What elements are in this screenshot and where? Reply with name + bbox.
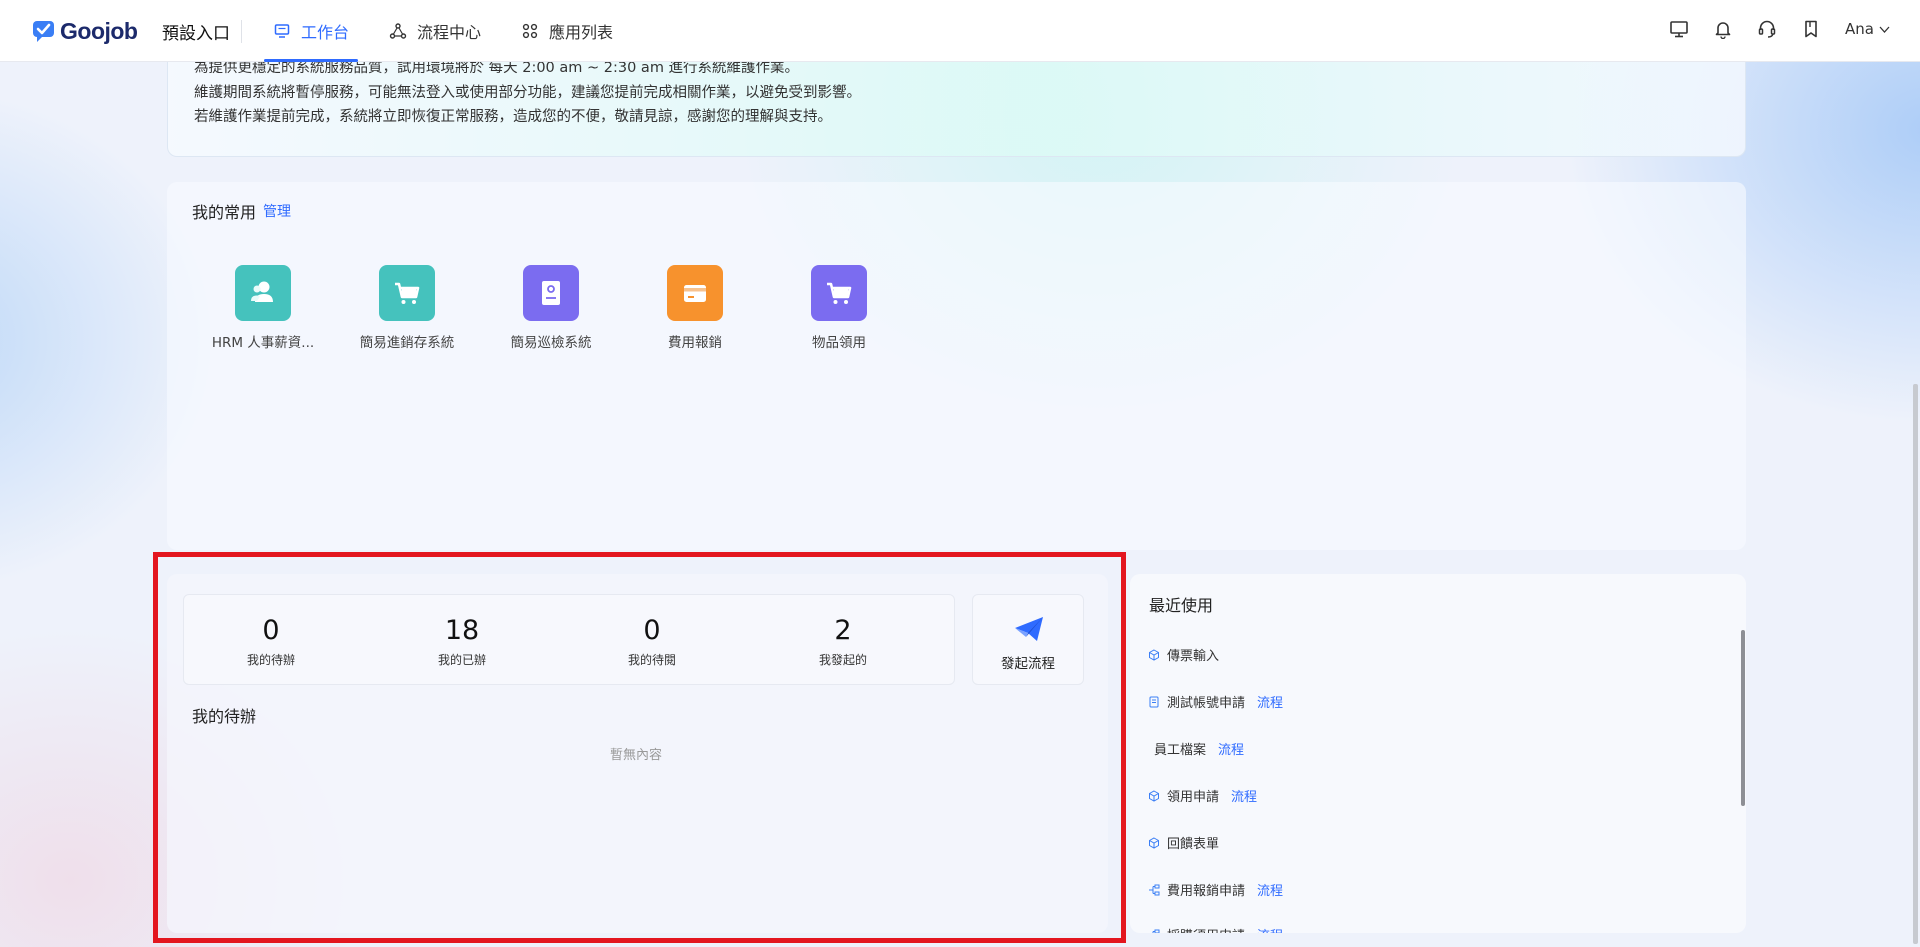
support-headset-icon[interactable] <box>1757 19 1777 39</box>
tab-app-list[interactable]: 應用列表 <box>521 0 613 62</box>
flow-icon <box>1149 884 1160 895</box>
recent-item[interactable]: 採購須用申請 流程 <box>1148 925 1283 933</box>
monitor-icon <box>274 24 290 38</box>
app-inspection[interactable]: 簡易巡檢系統 <box>481 265 621 351</box>
page-scrollbar[interactable] <box>1913 384 1918 944</box>
recent-card: 最近使用 傳票輸入 測試帳號申請 流程 員工檔案 流程 領用申請 流程 回饋表單… <box>1130 574 1746 933</box>
app-name: 簡易巡檢系統 <box>510 335 592 351</box>
chevron-down-icon <box>1879 26 1890 33</box>
tab-app-list-label: 應用列表 <box>549 23 614 42</box>
notice-line: 若維護作業提前完成，系統將立即恢復正常服務，造成您的不便，敬請見諒，感謝您的理解… <box>194 109 832 125</box>
recent-item[interactable]: 領用申請 流程 <box>1148 786 1257 805</box>
stat-label: 我的已辦 <box>437 653 486 667</box>
recent-item-name: 回饋表單 <box>1167 837 1220 852</box>
user-name: Ana <box>1845 20 1874 38</box>
top-navigation-bar: Goojob 預設入口 工作台 流程中心 應用列表 Ana <box>0 0 1920 62</box>
process-tag: 流程 <box>1257 925 1283 933</box>
stat-value: 2 <box>834 615 852 646</box>
tab-process-center[interactable]: 流程中心 <box>389 0 481 62</box>
notice-line: 維護期間系統將暫停服務，可能無法登入或使用部分功能，建議您提前完成相關作業，以避… <box>194 85 861 101</box>
stat-my-to-read[interactable]: 0 我的待閱 <box>577 615 727 668</box>
apps-grid-icon <box>522 23 538 39</box>
tab-workbench[interactable]: 工作台 <box>263 0 359 62</box>
todo-stats-panel: 0 我的待辦 18 我的已辦 0 我的待閱 2 我發起的 <box>183 594 955 685</box>
cube-icon <box>1149 789 1159 802</box>
recent-item[interactable]: 員工檔案 流程 <box>1154 739 1244 758</box>
app-name: 費用報銷 <box>668 335 722 351</box>
cart-icon <box>379 265 435 321</box>
process-tag: 流程 <box>1257 884 1284 899</box>
cart-icon <box>811 265 867 321</box>
recent-item[interactable]: 測試帳號申請 流程 <box>1148 692 1283 711</box>
manage-favorites-link[interactable]: 管理 <box>263 201 291 221</box>
launch-process-label: 發起流程 <box>1001 656 1055 672</box>
form-icon <box>1149 696 1159 707</box>
stat-value: 18 <box>444 615 480 646</box>
app-item-requisition[interactable]: 物品領用 <box>769 265 909 351</box>
header-divider <box>241 20 242 43</box>
app-hrm[interactable]: HRM 人事薪資... <box>193 265 333 351</box>
empty-state-text: 暫無內容 <box>610 748 663 763</box>
process-tag: 流程 <box>1257 696 1284 711</box>
favorites-card <box>167 182 1746 550</box>
stat-my-done[interactable]: 18 我的已辦 <box>387 615 537 668</box>
logo-text: Goojob <box>60 17 138 44</box>
stat-value: 0 <box>643 615 661 646</box>
tab-workbench-label: 工作台 <box>301 23 350 42</box>
notification-bell-icon[interactable] <box>1713 19 1733 39</box>
recent-scrollbar[interactable] <box>1741 630 1745 806</box>
recent-item-name: 費用報銷申請 <box>1167 884 1246 899</box>
cube-icon <box>1149 836 1159 849</box>
app-inventory[interactable]: 簡易進銷存系統 <box>337 265 477 351</box>
default-entry-label[interactable]: 預設入口 <box>162 19 230 44</box>
launch-process-button[interactable]: 發起流程 <box>972 594 1084 685</box>
app-name: 物品領用 <box>812 335 866 351</box>
user-menu[interactable]: Ana <box>1845 20 1890 38</box>
stat-my-pending[interactable]: 0 我的待辦 <box>196 615 346 668</box>
recent-item[interactable]: 費用報銷申請 流程 <box>1148 880 1283 899</box>
favorites-title: 我的常用 <box>192 203 257 222</box>
process-tag: 流程 <box>1231 790 1258 805</box>
flow-icon <box>1152 929 1160 933</box>
recent-item-name: 領用申請 <box>1167 790 1220 805</box>
users-icon <box>235 265 291 321</box>
process-tag: 流程 <box>1218 743 1245 758</box>
stat-value: 0 <box>262 615 280 646</box>
recent-item-name: 傳票輸入 <box>1167 649 1220 664</box>
cube-icon <box>1149 648 1159 661</box>
logo[interactable]: Goojob <box>31 17 138 45</box>
app-name: 簡易進銷存系統 <box>359 335 455 351</box>
goojob-logo-icon <box>33 21 54 42</box>
recent-item-name: 測試帳號申請 <box>1167 696 1246 711</box>
tab-process-center-label: 流程中心 <box>417 23 482 42</box>
bookmark-icon[interactable] <box>1801 19 1821 39</box>
todo-section-title: 我的待辦 <box>192 707 257 726</box>
recent-item[interactable]: 回饋表單 <box>1148 833 1219 852</box>
stat-label: 我發起的 <box>818 653 867 667</box>
recent-item[interactable]: 傳票輸入 <box>1148 645 1219 664</box>
recent-title: 最近使用 <box>1149 596 1214 615</box>
app-name: HRM 人事薪資... <box>211 335 315 351</box>
app-expense[interactable]: 費用報銷 <box>625 265 765 351</box>
stat-label: 我的待辦 <box>246 653 295 667</box>
recent-item-name: 採購須用申請 <box>1167 925 1245 933</box>
stat-my-initiated[interactable]: 2 我發起的 <box>768 615 918 668</box>
id-card-icon <box>523 265 579 321</box>
recent-item-name: 員工檔案 <box>1154 743 1207 758</box>
stat-label: 我的待閱 <box>627 653 676 667</box>
desktop-icon[interactable] <box>1669 19 1689 39</box>
wallet-icon <box>667 265 723 321</box>
paper-plane-icon <box>1015 617 1043 641</box>
workflow-icon <box>389 23 407 39</box>
